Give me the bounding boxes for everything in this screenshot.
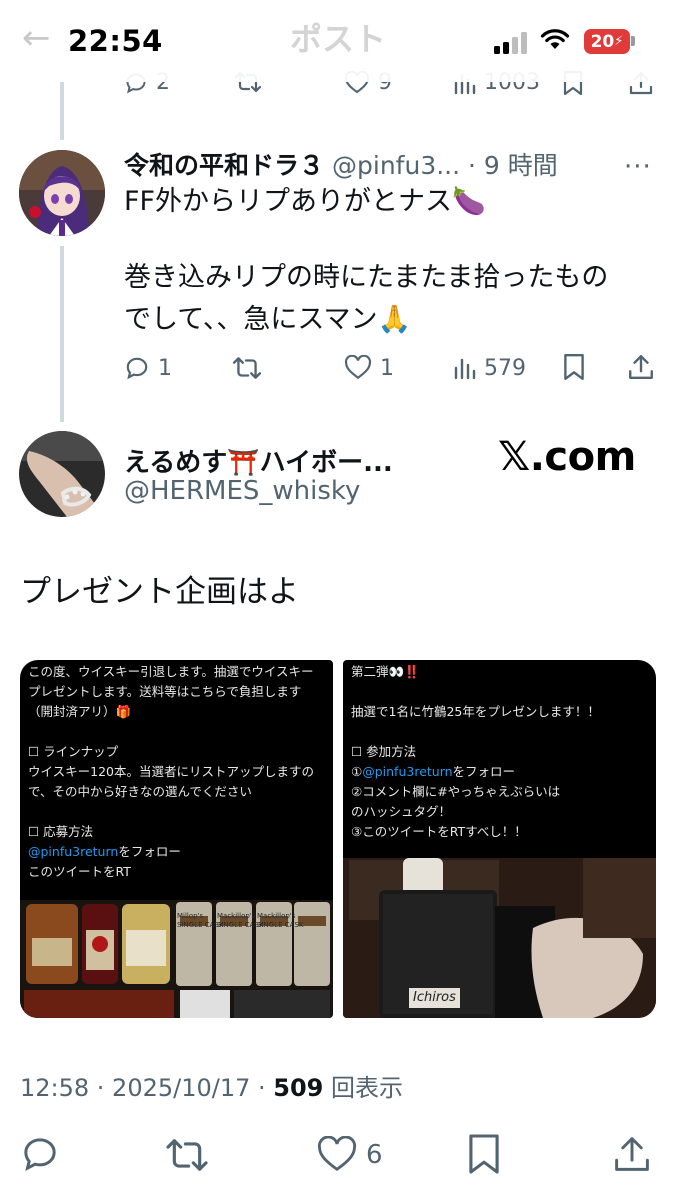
wifi-icon	[540, 29, 570, 49]
reply-like-count: 1	[380, 355, 394, 381]
image1-line: ウイスキー120本。当選者にリストアップしますの	[28, 764, 314, 779]
reply-icon	[24, 1138, 56, 1172]
image1-mention: @pinfu3return	[28, 844, 119, 859]
anime-avatar-image	[19, 150, 105, 236]
reply-name-line: 令和の平和ドラ３ @pinfu3... · 9 時間	[124, 146, 558, 182]
image2-mention: @pinfu3return	[362, 764, 453, 779]
tweet-time-date[interactable]: 12:58 · 2025/10/17 ·	[20, 1074, 273, 1102]
tweet-image-1[interactable]: この度、ウイスキー引退します。抽選でウイスキー プレゼントします。送料等はこちら…	[20, 660, 333, 1018]
image1-follow: をフォロー	[118, 844, 181, 859]
main-name-line: えるめす⛩️ハイボー...	[124, 442, 393, 479]
reply-reply-count: 1	[158, 355, 172, 381]
image2-line: ☐ 参加方法	[351, 744, 417, 759]
image2-step3: ③このツイートをRTすべし！！	[351, 824, 527, 839]
back-arrow-icon[interactable]: ←	[22, 18, 51, 58]
image2-step1-prefix: ①	[351, 764, 363, 779]
image2-step2b: のハッシュタグ！	[351, 804, 452, 819]
main-display-name[interactable]: えるめす⛩️ハイボー...	[124, 442, 393, 479]
main-bookmark-button[interactable]	[466, 1132, 502, 1176]
image2-text: 第二弾👀‼️ 抽選で1名に竹鶴25年をプレゼンします！！ ☐ 参加方法 ①@pi…	[351, 662, 600, 842]
bookmark-icon	[469, 1134, 499, 1174]
retweet-icon	[166, 1139, 208, 1171]
thread-line	[60, 82, 64, 140]
image2-follow: をフォロー	[452, 764, 516, 779]
image2-step2a: ②コメント欄に#やっちゃえぶらいは	[351, 784, 561, 799]
reply-like-button[interactable]: 1	[344, 355, 394, 381]
charging-bolt-icon: ⚡	[614, 34, 624, 49]
bookmark-icon	[564, 353, 584, 381]
views-icon	[454, 358, 476, 380]
x-com-label: 𝕏.com	[498, 434, 636, 480]
tweet-view-count: 509	[273, 1074, 324, 1102]
image1-line: ☐ 応募方法	[28, 824, 94, 839]
main-tweet-text: プレゼント企画はよ	[20, 574, 299, 610]
top-bar: ← ポスト 22:54 20 ⚡	[0, 0, 676, 82]
thread-line	[60, 246, 64, 422]
box-label: Ichiros	[409, 988, 460, 1008]
image2-line	[351, 722, 600, 742]
reply-text-line2: 巻き込みリプの時にたまたま拾ったもの	[124, 262, 609, 293]
main-like-button[interactable]: 6	[316, 1136, 383, 1174]
image1-line: ☐ ラインナップ	[28, 744, 119, 759]
image2-line: 第二弾👀‼️	[351, 664, 420, 679]
image2-line	[351, 682, 600, 702]
main-reply-button[interactable]	[20, 1134, 60, 1174]
bottle-label-3: Mackillop's SINGLE CASK	[257, 912, 303, 930]
image2-line: 抽選で1名に竹鶴25年をプレゼンします！！	[351, 704, 600, 719]
share-icon	[629, 355, 653, 379]
image1-line: このツイートをRT	[28, 864, 131, 879]
header-title: ポスト	[290, 20, 387, 58]
image1-line: この度、ウイスキー引退します。抽選でウイスキー	[28, 664, 314, 679]
reply-icon	[126, 357, 148, 380]
battery-nub	[631, 36, 635, 46]
views-label: 回表示	[323, 1074, 404, 1102]
more-options-icon[interactable]: ···	[624, 152, 652, 182]
reply-display-name[interactable]: 令和の平和ドラ３	[124, 146, 324, 182]
main-retweet-button[interactable]	[164, 1136, 210, 1174]
image1-text: この度、ウイスキー引退します。抽選でウイスキー プレゼントします。送料等はこちら…	[28, 662, 314, 882]
reply-reply-button[interactable]: 1	[124, 355, 172, 381]
avatar[interactable]	[19, 150, 105, 236]
reply-text-line1: FF外からリプありがとナス🍆	[124, 186, 486, 217]
status-time: 22:54	[68, 24, 163, 58]
image1-line: プレゼントします。送料等はこちらで負担します	[28, 684, 302, 699]
battery-level: 20	[590, 31, 615, 52]
hand-bracelet-avatar-image	[19, 431, 105, 517]
image1-line: （開封済アリ）🎁	[28, 704, 132, 719]
signal-icon	[494, 30, 530, 54]
reply-share-button[interactable]	[627, 353, 655, 381]
reply-view-count: 579	[484, 355, 526, 381]
image1-line	[28, 722, 314, 742]
main-like-count: 6	[366, 1140, 383, 1170]
image1-mention-line: @pinfu3returnをフォロー	[28, 842, 314, 862]
battery-indicator: 20 ⚡	[584, 29, 630, 54]
main-handle[interactable]: @HERMES_whisky	[124, 476, 360, 506]
share-icon	[615, 1137, 649, 1171]
reply-handle-time[interactable]: @pinfu3... · 9 時間	[332, 146, 558, 182]
retweet-icon	[232, 357, 262, 379]
image1-line: で、その中から好きなの選んでください	[28, 784, 252, 799]
reply-retweet-button[interactable]	[232, 355, 262, 381]
avatar[interactable]	[19, 431, 105, 517]
reply-bookmark-button[interactable]	[562, 353, 586, 381]
reply-views-button[interactable]: 579	[454, 355, 526, 381]
heart-icon	[344, 355, 372, 380]
tweet-image-2[interactable]: 第二弾👀‼️ 抽選で1名に竹鶴25年をプレゼンします！！ ☐ 参加方法 ①@pi…	[343, 660, 656, 1018]
image1-line	[28, 802, 314, 822]
bottle-label: SINGLE CASK	[257, 921, 304, 929]
whisky-box-photo	[343, 858, 656, 1018]
tweet-meta: 12:58 · 2025/10/17 · 509 回表示	[20, 1068, 403, 1103]
main-share-button[interactable]	[612, 1134, 652, 1174]
heart-icon	[317, 1136, 357, 1172]
reply-text-line3: でして、、急にスマン🙏	[124, 304, 412, 335]
bottle-label: Mackillop's	[257, 912, 296, 920]
image2-step1: ①@pinfu3returnをフォロー	[351, 762, 600, 782]
